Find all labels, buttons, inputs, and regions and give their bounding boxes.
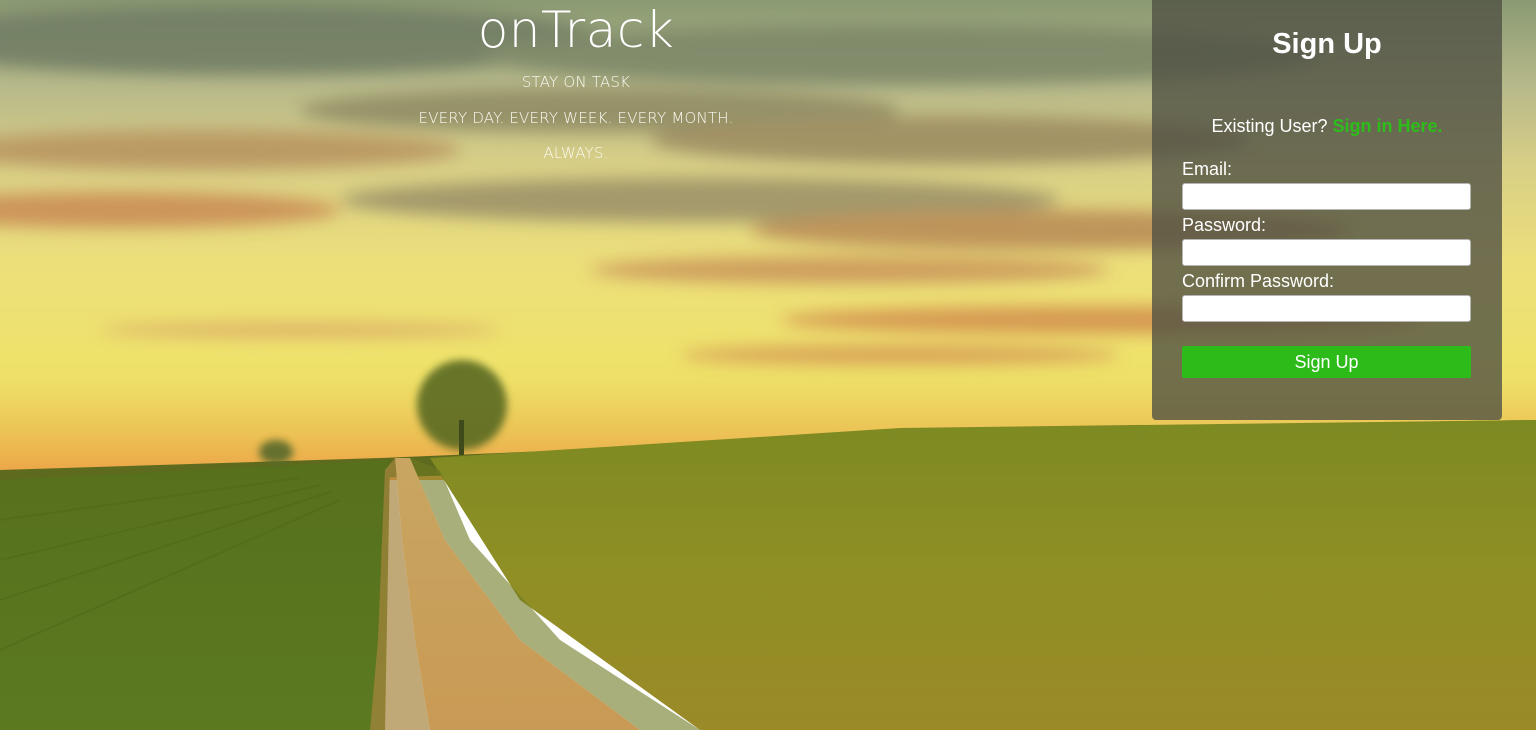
signup-form: Email: Password: Confirm Password: Sign … xyxy=(1182,157,1471,378)
signup-panel: Sign Up Existing User? Sign in Here. Ema… xyxy=(1152,0,1502,420)
hero-section: onTrack STAY ON TASK EVERY DAY. EVERY WE… xyxy=(376,0,776,162)
email-label: Email: xyxy=(1182,159,1233,179)
signin-link[interactable]: Sign in Here. xyxy=(1333,116,1443,136)
existing-user-text: Existing User? xyxy=(1211,116,1328,136)
signup-submit-button[interactable]: Sign Up xyxy=(1182,346,1471,378)
password-field[interactable] xyxy=(1182,239,1471,266)
confirm-password-field[interactable] xyxy=(1182,295,1471,322)
tagline-line-3: ALWAYS. xyxy=(543,144,609,162)
tagline-line-2: EVERY DAY. EVERY WEEK. EVERY MONTH. xyxy=(418,109,734,127)
password-label: Password: xyxy=(1182,215,1267,235)
signup-title: Sign Up xyxy=(1272,28,1382,60)
email-field[interactable] xyxy=(1182,183,1471,210)
existing-user-prompt: Existing User? Sign in Here. xyxy=(1152,116,1502,137)
confirm-password-label: Confirm Password: xyxy=(1182,271,1335,291)
tagline-line-1: STAY ON TASK xyxy=(521,73,631,91)
brand-title: onTrack xyxy=(477,1,675,59)
